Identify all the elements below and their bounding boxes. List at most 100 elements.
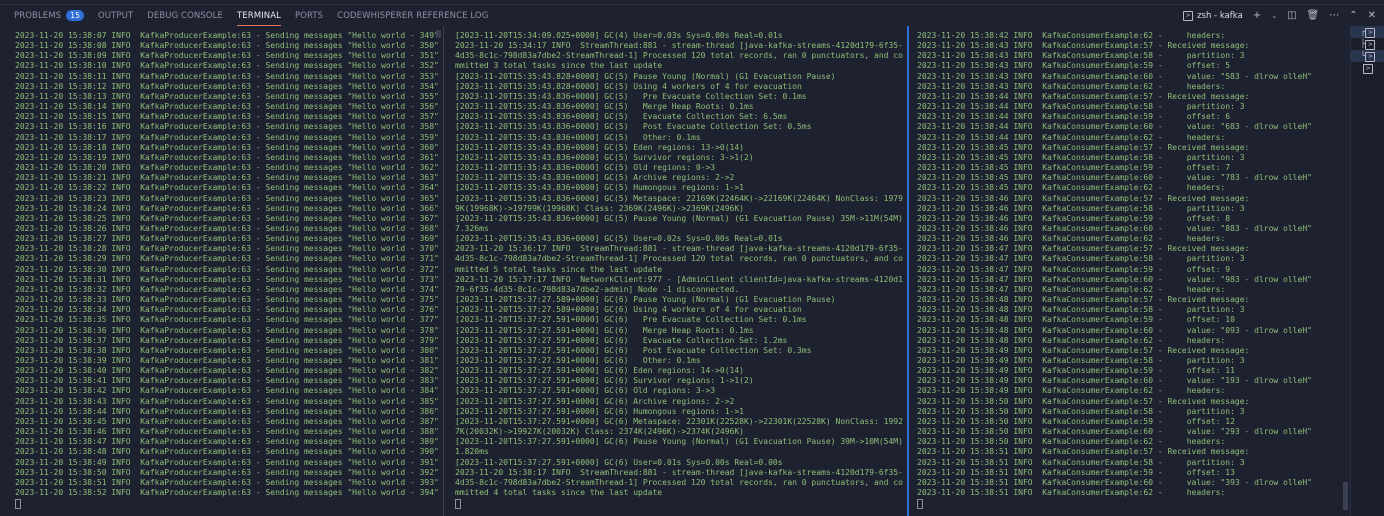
terminal-line: [2023-11-20T15:35:43.836+0000] GC(5) Mer… <box>455 102 754 112</box>
tab-ports[interactable]: PORTS <box>295 5 323 26</box>
terminal-line: [2023-11-20T15:37:27.591+0000] GC(6) Mer… <box>455 325 754 335</box>
tab-debug-console[interactable]: DEBUG CONSOLE <box>147 5 223 26</box>
terminal-line: [2023-11-20T15:35:43.836+0000] GC(5) Pau… <box>455 213 903 233</box>
terminal-list-item-3[interactable]: └ > <box>1351 50 1384 62</box>
close-panel-icon[interactable]: ✕ <box>1368 10 1376 21</box>
terminal-line: 2023-11-20 15:38:19 INFO KafkaProducerEx… <box>15 152 439 162</box>
tab-label: PROBLEMS <box>14 10 62 21</box>
tab-output[interactable]: OUTPUT <box>98 5 133 26</box>
terminal-line: 2023-11-20 15:38:26 INFO KafkaProducerEx… <box>15 223 439 233</box>
terminal-line: [2023-11-20T15:35:43.836+0000] GC(5) Arc… <box>455 173 735 183</box>
terminal-line: 2023-11-20 15:38:47 INFO KafkaConsumerEx… <box>917 244 1250 254</box>
new-terminal-plus-icon[interactable]: + <box>1253 10 1261 21</box>
terminal-line: [2023-11-20T15:35:43.836+0000] GC(5) Met… <box>455 193 903 213</box>
terminal-line: 2023-11-20 15:38:51 INFO KafkaConsumerEx… <box>917 467 1235 477</box>
terminal-pane-producer[interactable]: 2023-11-20 15:38:07 INFO KafkaProducerEx… <box>15 31 441 511</box>
split-terminal-icon[interactable]: ◫ <box>1287 10 1296 21</box>
terminal-line: 2023-11-20 15:38:43 INFO KafkaProducerEx… <box>15 396 439 406</box>
terminal-line: 2023-11-20 15:38:49 INFO KafkaProducerEx… <box>15 457 439 467</box>
terminal-line: 2023-11-20 15:38:31 INFO KafkaProducerEx… <box>15 274 439 284</box>
chevron-down-icon[interactable]: ⌄ <box>1271 12 1277 20</box>
panel-tab-bar: PROBLEMS 15 OUTPUT DEBUG CONSOLE TERMINAL… <box>0 4 1384 26</box>
terminal-line: 2023-11-20 15:38:46 INFO KafkaProducerEx… <box>15 427 439 437</box>
more-actions-icon[interactable]: ⋯ <box>1329 10 1339 21</box>
terminal-line: 2023-11-20 15:38:32 INFO KafkaProducerEx… <box>15 284 439 294</box>
terminal-line: 2023-11-20 15:38:45 INFO KafkaConsumerEx… <box>917 183 1226 193</box>
pane-divider[interactable] <box>443 26 444 516</box>
terminal-line: 2023-11-20 15:38:28 INFO KafkaProducerEx… <box>15 244 439 254</box>
terminal-line: 2023-11-20 15:38:30 INFO KafkaProducerEx… <box>15 264 439 274</box>
terminal-line: 2023-11-20 15:38:47 INFO KafkaConsumerEx… <box>917 254 1245 264</box>
terminal-line: 2023-11-20 15:38:51 INFO KafkaConsumerEx… <box>917 457 1245 467</box>
terminal-line: 2023-11-20 15:38:39 INFO KafkaProducerEx… <box>15 356 439 365</box>
terminal-line: [2023-11-20T15:35:43.828+0000] GC(5) Pau… <box>455 71 836 81</box>
terminal-line: 2023-11-20 15:38:43 INFO KafkaConsumerEx… <box>917 41 1250 51</box>
terminal-line: 2023-11-20 15:38:48 INFO KafkaConsumerEx… <box>917 335 1226 345</box>
terminal-line: 2023-11-20 15:38:45 INFO KafkaConsumerEx… <box>917 173 1312 183</box>
terminal-line: [2023-11-20T15:35:43.836+0000] GC(5) Pre… <box>455 91 807 101</box>
tab-problems[interactable]: PROBLEMS 15 <box>14 5 84 26</box>
terminal-line: 2023-11-20 15:38:51 INFO KafkaConsumerEx… <box>917 477 1312 487</box>
terminal-line: 2023-11-20 15:37:17 INFO NetworkClient:9… <box>455 274 903 294</box>
terminal-line: 2023-11-20 15:38:43 INFO KafkaConsumerEx… <box>917 71 1312 81</box>
terminal-selector[interactable]: > zsh - kafka <box>1183 10 1243 21</box>
terminal-line: 2023-11-20 15:38:17 INFO StreamThread:88… <box>455 467 903 498</box>
terminal-output: [2023-11-20T15:34:09.025+0000] GC(4) Use… <box>455 31 906 498</box>
terminal-icon: └ > <box>1361 51 1376 62</box>
terminal-line: 2023-11-20 15:38:44 INFO KafkaConsumerEx… <box>917 102 1245 112</box>
terminal-icon: > <box>1363 63 1373 74</box>
terminal-cursor <box>15 499 21 510</box>
tab-codewhisperer-reference-log[interactable]: CODEWHISPERER REFERENCE LOG <box>337 5 488 26</box>
terminal-line: 2023-11-20 15:38:21 INFO KafkaProducerEx… <box>15 173 439 183</box>
terminal-line: 2023-11-20 15:38:48 INFO KafkaConsumerEx… <box>917 295 1250 305</box>
terminal-line: 2023-11-20 15:38:27 INFO KafkaProducerEx… <box>15 234 439 244</box>
terminal-pane-consumer[interactable]: 2023-11-20 15:38:42 INFO KafkaConsumerEx… <box>917 31 1347 511</box>
terminal-line: 2023-11-20 15:38:38 INFO KafkaProducerEx… <box>15 345 439 355</box>
terminal-icon: ├ > <box>1361 39 1376 50</box>
terminal-line: 2023-11-20 15:38:41 INFO KafkaProducerEx… <box>15 376 439 386</box>
terminal-list-item-2[interactable]: ├ > <box>1351 38 1384 50</box>
terminal-line: 2023-11-20 15:38:51 INFO KafkaConsumerEx… <box>917 447 1250 457</box>
terminal-line: 2023-11-20 15:38:36 INFO KafkaProducerEx… <box>15 325 439 335</box>
terminal-line: 2023-11-20 15:38:50 INFO KafkaConsumerEx… <box>917 437 1226 447</box>
terminal-line: [2023-11-20T15:37:27.591+0000] GC(6) Eva… <box>455 335 788 345</box>
terminal-line: 2023-11-20 15:38:47 INFO KafkaConsumerEx… <box>917 264 1231 274</box>
terminal-list-item-1[interactable]: ┌ > <box>1351 26 1384 38</box>
terminal-line: 2023-11-20 15:38:43 INFO KafkaConsumerEx… <box>917 81 1226 91</box>
terminal-line: 2023-11-20 15:38:45 INFO KafkaConsumerEx… <box>917 163 1231 173</box>
terminal-line: [2023-11-20T15:37:27.591+0000] GC(6) Oth… <box>455 356 701 365</box>
terminal-line: [2023-11-20T15:37:27.591+0000] GC(6) Pre… <box>455 315 807 325</box>
terminal-line: [2023-11-20T15:37:27.591+0000] GC(6) Use… <box>455 457 783 467</box>
terminal-line: 2023-11-20 15:38:37 INFO KafkaProducerEx… <box>15 335 439 345</box>
terminal-line: 2023-11-20 15:38:44 INFO KafkaConsumerEx… <box>917 91 1250 101</box>
terminal-line: [2023-11-20T15:35:43.836+0000] GC(5) Hum… <box>455 183 744 193</box>
pane-divider-active[interactable] <box>907 26 909 516</box>
terminal-line: [2023-11-20T15:37:27.591+0000] GC(6) Pos… <box>455 345 812 355</box>
terminal-pane-streams[interactable]: [2023-11-20T15:34:09.025+0000] GC(4) Use… <box>455 31 906 511</box>
terminal-actions: > zsh - kafka + ⌄ ◫ 🗑 ⋯ ⌃ ✕ <box>1183 5 1376 26</box>
terminal-line: 2023-11-20 15:38:49 INFO KafkaConsumerEx… <box>917 356 1245 365</box>
terminal-line: 2023-11-20 15:38:49 INFO KafkaConsumerEx… <box>917 345 1250 355</box>
terminal-list-item-4[interactable]: > <box>1351 62 1384 74</box>
terminal-line: 2023-11-20 15:38:50 INFO KafkaProducerEx… <box>15 467 439 477</box>
terminal-cursor <box>917 499 923 510</box>
trash-icon[interactable]: 🗑 <box>1307 10 1320 21</box>
terminal-line: 2023-11-20 15:38:50 INFO KafkaConsumerEx… <box>917 416 1235 426</box>
maximize-panel-icon[interactable]: ⌃ <box>1349 10 1357 21</box>
terminal-line: 2023-11-20 15:38:43 INFO KafkaConsumerEx… <box>917 61 1231 71</box>
terminal-line: [2023-11-20T15:35:43.836+0000] GC(5) Ede… <box>455 142 744 152</box>
terminal-line: 2023-11-20 15:38:07 INFO KafkaProducerEx… <box>15 31 439 40</box>
problems-count-badge: 15 <box>66 10 84 21</box>
terminal-line: 2023-11-20 15:38:50 INFO KafkaConsumerEx… <box>917 406 1245 416</box>
tab-terminal[interactable]: TERMINAL <box>236 5 281 26</box>
terminal-line: 2023-11-20 15:38:46 INFO KafkaConsumerEx… <box>917 223 1312 233</box>
terminal-line: [2023-11-20T15:34:09.025+0000] GC(4) Use… <box>455 31 783 40</box>
terminal-list: ┌ > ├ > └ > > <box>1350 26 1384 516</box>
terminal-line: 2023-11-20 15:38:47 INFO KafkaProducerEx… <box>15 437 439 447</box>
terminal-line: 2023-11-20 15:38:42 INFO KafkaProducerEx… <box>15 386 439 396</box>
terminal-line: 2023-11-20 15:38:15 INFO KafkaProducerEx… <box>15 112 439 122</box>
terminal-line: [2023-11-20T15:37:27.591+0000] GC(6) Old… <box>455 386 716 396</box>
scrollbar[interactable] <box>436 30 441 38</box>
terminal-line: 2023-11-20 15:38:08 INFO KafkaProducerEx… <box>15 41 439 51</box>
terminal-line: 2023-11-20 15:38:14 INFO KafkaProducerEx… <box>15 102 439 112</box>
